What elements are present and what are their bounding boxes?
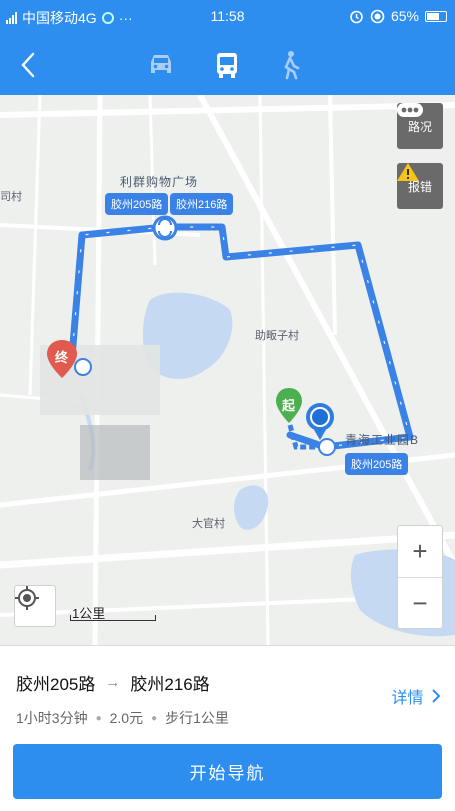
chevron-right-icon — [432, 689, 441, 703]
separator-dot: ● — [95, 712, 102, 724]
chevron-left-icon — [21, 52, 35, 78]
back-button[interactable] — [14, 50, 44, 80]
route-tag-205-start[interactable]: 胶州205路 — [345, 453, 409, 475]
report-error-button[interactable]: 报错 — [397, 163, 443, 209]
location-status-icon — [370, 9, 385, 23]
start-navigation-button[interactable]: 开始导航 — [13, 744, 442, 799]
locate-button[interactable] — [14, 585, 56, 627]
mode-walk-button[interactable] — [272, 50, 308, 80]
map-label-village1: 助畈子村 — [255, 330, 299, 342]
route-walk: 步行1公里 — [165, 710, 229, 726]
map-label-edge: 司村 — [0, 191, 22, 203]
map-label-mall: 利群购物广场 — [120, 175, 199, 189]
clock: 11:58 — [210, 8, 245, 24]
zoom-out-button[interactable]: − — [398, 577, 442, 629]
route-summary-line: 胶州205路 → 胶州216路 — [16, 670, 210, 695]
bus-icon — [217, 53, 237, 78]
crosshair-icon — [15, 586, 39, 610]
traffic-icon — [397, 103, 423, 117]
map-view[interactable]: 司村 利群购物广场 助畈子村 大官村 青海工业园B 胶州205路 胶州216路 … — [0, 95, 455, 645]
details-label: 详情 — [391, 690, 424, 707]
end-marker[interactable]: 终 — [55, 347, 68, 366]
map-canvas — [0, 95, 455, 645]
alarm-icon — [350, 10, 363, 23]
route-stats: 1小时3分钟 ● 2.0元 ● 步行1公里 — [16, 708, 229, 728]
road-condition-label: 路况 — [407, 119, 432, 134]
status-bar: 中国移动4G ··· 11:58 65% — [0, 0, 455, 34]
map-label-industrial: 青海工业园B — [345, 433, 420, 447]
car-icon — [151, 55, 171, 73]
start-marker[interactable]: 起 — [282, 395, 295, 414]
map-scale: 1公里 — [70, 603, 156, 621]
route-line-2: 胶州216路 — [130, 675, 210, 694]
route-tag-216[interactable]: 胶州216路 — [170, 193, 234, 215]
battery-percent: 65% — [390, 8, 419, 24]
warning-icon — [397, 163, 419, 181]
route-panel: 胶州205路 → 胶州216路 详情 1小时3分钟 ● 2.0元 ● 步行1公里… — [0, 645, 455, 811]
zoom-control: + − — [397, 525, 443, 629]
route-tag-205[interactable]: 胶州205路 — [105, 193, 169, 215]
battery-icon — [425, 10, 447, 22]
map-label-village2: 大官村 — [192, 518, 225, 530]
route-duration: 1小时3分钟 — [16, 710, 88, 726]
zoom-in-button[interactable]: + — [398, 526, 442, 577]
route-fare: 2.0元 — [109, 710, 144, 726]
route-line-1: 胶州205路 — [16, 675, 96, 694]
road-condition-button[interactable]: 路况 — [397, 103, 443, 149]
details-link[interactable]: 详情 — [392, 684, 441, 708]
route-arrow: → — [105, 674, 121, 691]
walk-icon — [284, 51, 300, 80]
separator-dot: ● — [151, 712, 158, 724]
top-nav — [0, 34, 455, 95]
mode-bus-button[interactable] — [209, 50, 245, 80]
mode-car-button[interactable] — [143, 50, 179, 80]
scale-bar — [70, 615, 156, 621]
